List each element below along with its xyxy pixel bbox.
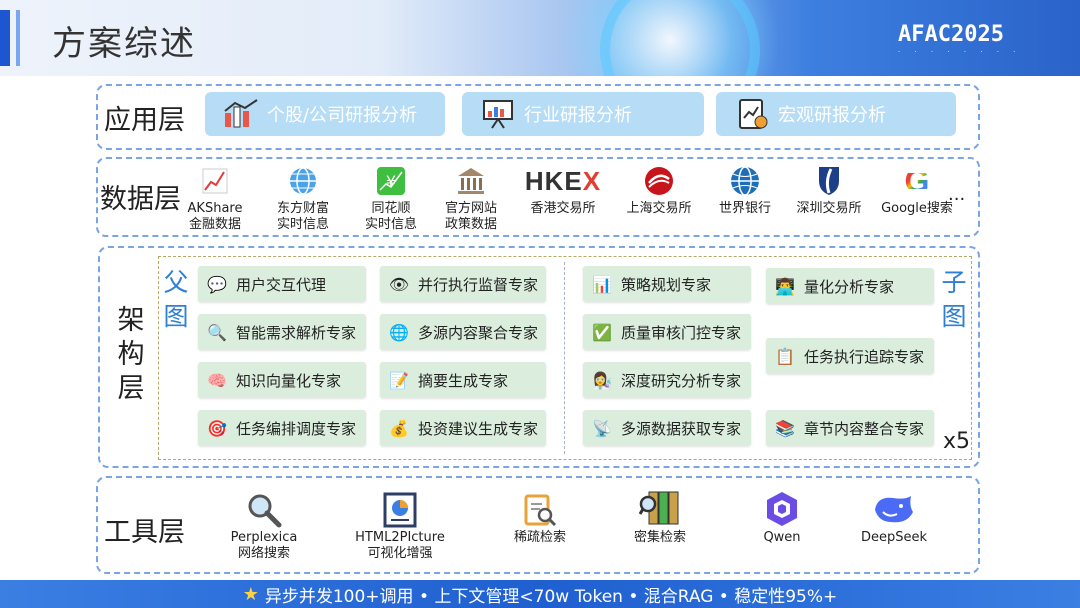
afac-logo: AFAC2025 bbox=[898, 22, 1004, 47]
pie-document-icon bbox=[340, 486, 460, 528]
parent-graph-label-char: 图 bbox=[163, 302, 189, 331]
more-sources-ellipsis: ... bbox=[948, 184, 966, 205]
parent-graph-label-char: 父 bbox=[163, 268, 189, 297]
check-mark-icon: ✅ bbox=[592, 322, 612, 342]
bar-chart-icon: 📊 bbox=[592, 274, 612, 294]
tool-deepseek: DeepSeek bbox=[834, 486, 954, 546]
agent-content-aggregator[interactable]: 🌐 多源内容聚合专家 bbox=[380, 314, 546, 350]
hkex-logo: HKE X bbox=[524, 166, 602, 196]
tool-dense-retrieval: 密集检索 bbox=[600, 486, 720, 546]
document-search-icon bbox=[480, 486, 600, 528]
speech-bubble-icon: 💬 bbox=[207, 274, 227, 294]
tool-layer-label: 工具层 bbox=[104, 517, 185, 548]
target-icon: 🎯 bbox=[207, 418, 227, 438]
memo-icon: 📝 bbox=[389, 370, 409, 390]
presentation-board-icon bbox=[480, 98, 516, 130]
tool-qwen: Qwen bbox=[722, 486, 842, 546]
agent-user-interaction[interactable]: 💬 用户交互代理 bbox=[198, 266, 366, 302]
agent-quality-gate[interactable]: ✅ 质量审核门控专家 bbox=[583, 314, 751, 350]
szse-logo bbox=[784, 165, 874, 197]
data-source-world-bank: 世界银行 bbox=[700, 165, 790, 217]
app-item-label: 宏观研报分析 bbox=[778, 105, 886, 126]
data-source-sse: 上海交易所 bbox=[614, 165, 704, 217]
agent-deep-research[interactable]: 👩‍🔬 深度研究分析专家 bbox=[583, 362, 751, 398]
brain-icon: 🧠 bbox=[207, 370, 227, 390]
agent-knowledge-vectorizer[interactable]: 🧠 知识向量化专家 bbox=[198, 362, 366, 398]
agent-requirement-parser[interactable]: 🔍 智能需求解析专家 bbox=[198, 314, 366, 350]
chart-building-icon bbox=[223, 98, 259, 130]
binder-search-icon bbox=[600, 486, 720, 528]
data-source-akshare: AKShare 金融数据 bbox=[170, 165, 260, 233]
arch-layer-label-char: 构 bbox=[117, 339, 145, 370]
agent-quant-analyst[interactable]: 👨‍💻 量化分析专家 bbox=[766, 268, 934, 304]
tool-perplexica: Perplexica 网络搜索 bbox=[204, 486, 324, 562]
app-item-label: 行业研报分析 bbox=[524, 105, 632, 126]
magnifier-icon: 🔍 bbox=[207, 322, 227, 342]
deepseek-whale-logo bbox=[834, 486, 954, 528]
page-title: 方案综述 bbox=[52, 24, 196, 64]
bank-building-icon bbox=[426, 165, 516, 197]
tool-html2picture: HTML2PIcture 可视化增强 bbox=[340, 486, 460, 562]
agent-task-scheduler[interactable]: 🎯 任务编排调度专家 bbox=[198, 410, 366, 446]
header-banner: 方案综述 AFAC2025 · · · · · · · · bbox=[0, 0, 1080, 76]
data-source-szse: 深圳交易所 bbox=[784, 165, 874, 217]
data-layer-label: 数据层 bbox=[100, 184, 181, 215]
yen-chart-icon: ¥ bbox=[346, 165, 436, 197]
app-item-macro-report[interactable]: 宏观研报分析 bbox=[716, 92, 956, 136]
line-chart-icon bbox=[170, 165, 260, 197]
app-item-label: 个股/公司研报分析 bbox=[267, 105, 418, 126]
agent-summary-generator[interactable]: 📝 摘要生成专家 bbox=[380, 362, 546, 398]
star-icon: ★ bbox=[242, 583, 259, 605]
agent-chapter-integrator[interactable]: 📚 章节内容整合专家 bbox=[766, 410, 934, 446]
technologist-icon: 👨‍💻 bbox=[775, 276, 795, 296]
world-bank-logo bbox=[700, 165, 790, 197]
accent-bar-secondary bbox=[16, 10, 20, 66]
sse-logo bbox=[614, 165, 704, 197]
agent-strategy-planner[interactable]: 📊 策略规划专家 bbox=[583, 266, 751, 302]
satellite-icon: 📡 bbox=[592, 418, 612, 438]
scientist-icon: 👩‍🔬 bbox=[592, 370, 612, 390]
child-graph-label-char: 图 bbox=[941, 302, 967, 331]
globe-icon: 🌐 bbox=[389, 322, 409, 342]
child-graph-label-char: 子 bbox=[941, 268, 967, 297]
data-source-tonghuashun: ¥ 同花顺 实时信息 bbox=[346, 165, 436, 233]
qwen-logo bbox=[722, 486, 842, 528]
afac-logo-tagline: · · · · · · · · bbox=[898, 48, 1022, 56]
clipboard-icon: 📋 bbox=[775, 346, 795, 366]
data-source-official-sites: 官方网站 政策数据 bbox=[426, 165, 516, 233]
app-item-stock-report[interactable]: 个股/公司研报分析 bbox=[205, 92, 445, 136]
magnifier-icon bbox=[204, 486, 324, 528]
agent-task-tracker[interactable]: 📋 任务执行追踪专家 bbox=[766, 338, 934, 374]
eye-icon: 👁 bbox=[388, 274, 410, 294]
child-graph-multiplier: x5 bbox=[943, 429, 971, 454]
arch-layer-label-char: 架 bbox=[117, 305, 145, 336]
money-bag-icon: 💰 bbox=[389, 418, 409, 438]
footer-banner: ★ 异步并发100+调用 • 上下文管理<70w Token • 混合RAG •… bbox=[0, 580, 1080, 608]
agent-parallel-supervisor[interactable]: 👁 并行执行监督专家 bbox=[380, 266, 546, 302]
tool-sparse-retrieval: 稀疏检索 bbox=[480, 486, 600, 546]
data-source-eastmoney: 东方财富 实时信息 bbox=[258, 165, 348, 233]
agent-investment-advisor[interactable]: 💰 投资建议生成专家 bbox=[380, 410, 546, 446]
app-layer-label: 应用层 bbox=[104, 105, 185, 136]
globe-icon bbox=[258, 165, 348, 197]
app-item-industry-report[interactable]: 行业研报分析 bbox=[462, 92, 704, 136]
data-source-hkex: HKE X 香港交易所 bbox=[516, 165, 610, 217]
parent-child-divider bbox=[564, 262, 565, 454]
accent-bar bbox=[0, 10, 10, 66]
footer-text: 异步并发100+调用 • 上下文管理<70w Token • 混合RAG • 稳… bbox=[264, 586, 838, 607]
books-icon: 📚 bbox=[775, 418, 795, 438]
macro-report-icon bbox=[734, 98, 770, 130]
agent-data-fetcher[interactable]: 📡 多源数据获取专家 bbox=[583, 410, 751, 446]
arch-layer-label-char: 层 bbox=[117, 373, 145, 404]
